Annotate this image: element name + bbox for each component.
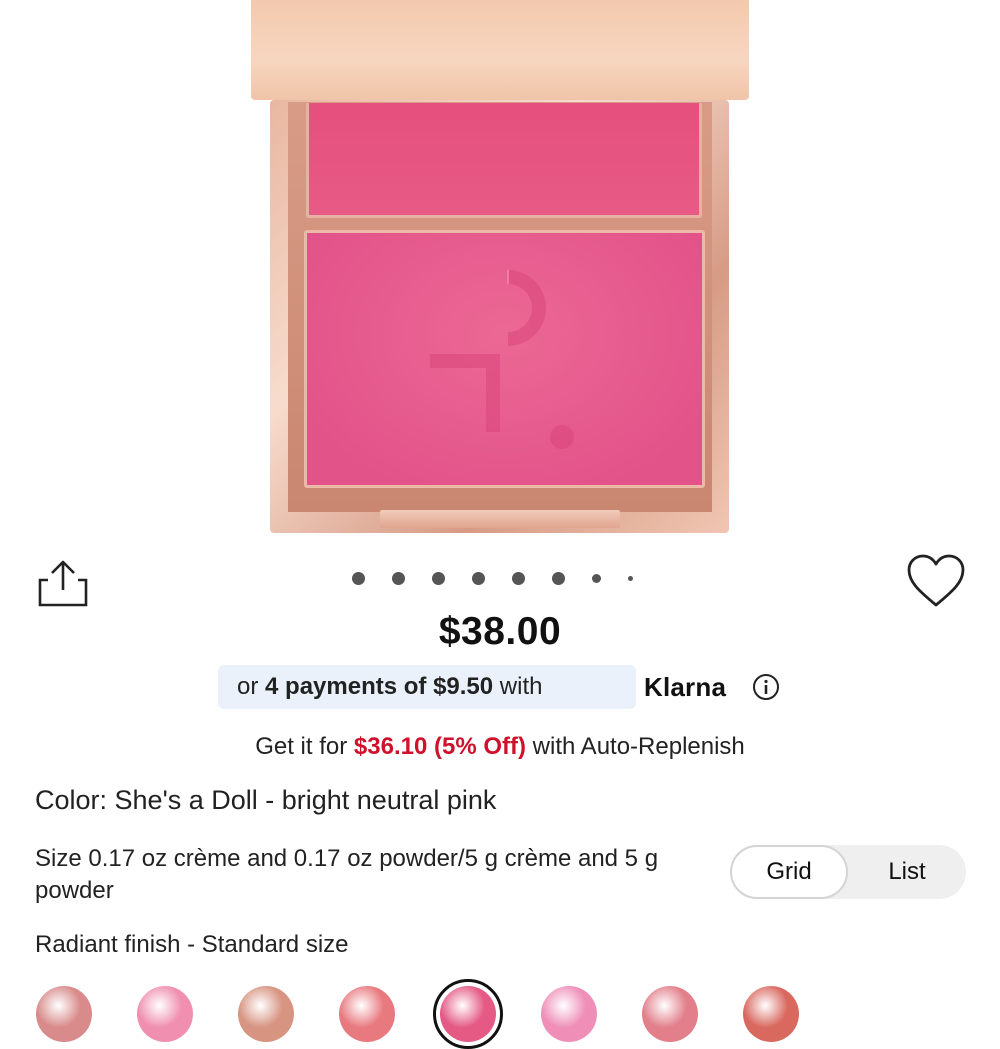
color-swatch[interactable] [137, 986, 193, 1042]
share-icon[interactable] [36, 558, 90, 608]
color-swatch[interactable] [743, 986, 799, 1042]
carousel-dot[interactable] [512, 571, 525, 585]
brand-emboss-logo [430, 270, 574, 449]
color-swatch[interactable] [642, 986, 698, 1042]
carousel-dot[interactable] [552, 571, 565, 585]
selected-color: Color: She's a Doll - bright neutral pin… [35, 785, 497, 815]
color-swatch[interactable] [440, 986, 496, 1042]
compact-lid [251, 0, 749, 100]
creme-blush-pan [306, 103, 702, 218]
carousel-dot[interactable] [432, 571, 445, 585]
replenish-sale-price: $36.10 (5% Off) [353, 733, 526, 760]
klarna-payment-info[interactable]: or 4 payments of $9.50 with [218, 665, 636, 709]
product-image[interactable] [0, 0, 1000, 545]
heart-icon[interactable] [905, 553, 967, 609]
replenish-suffix: with Auto-Replenish [532, 733, 745, 760]
product-finish: Radiant finish - Standard size [35, 931, 349, 958]
product-size: Size 0.17 oz crème and 0.17 oz powder/5 … [35, 845, 659, 904]
color-swatch[interactable] [238, 986, 294, 1042]
auto-replenish-offer[interactable]: Get it for $36.10 (5% Off) with Auto-Rep… [0, 733, 1000, 761]
color-swatch[interactable] [541, 986, 597, 1042]
compact-hinge [380, 510, 620, 528]
carousel-dot[interactable] [352, 571, 365, 585]
grid-view-button[interactable]: Grid [730, 845, 848, 899]
carousel-dot[interactable] [392, 571, 405, 585]
color-swatch[interactable] [339, 986, 395, 1042]
replenish-prefix: Get it for [255, 733, 348, 760]
info-icon[interactable] [752, 673, 780, 701]
klarna-logo: Klarna [644, 672, 727, 702]
list-view-button[interactable]: List [848, 845, 966, 899]
klarna-payments: 4 payments of $9.50 [265, 673, 494, 700]
carousel-dots[interactable] [352, 571, 633, 585]
carousel-dot[interactable] [628, 575, 633, 581]
klarna-suffix: with [499, 673, 543, 700]
product-price: $38.00 [438, 610, 562, 653]
klarna-prefix: or [237, 673, 259, 700]
carousel-dot[interactable] [472, 571, 485, 585]
color-swatch[interactable] [36, 986, 92, 1042]
view-toggle[interactable]: List Grid [730, 845, 966, 899]
carousel-dot[interactable] [592, 573, 601, 583]
